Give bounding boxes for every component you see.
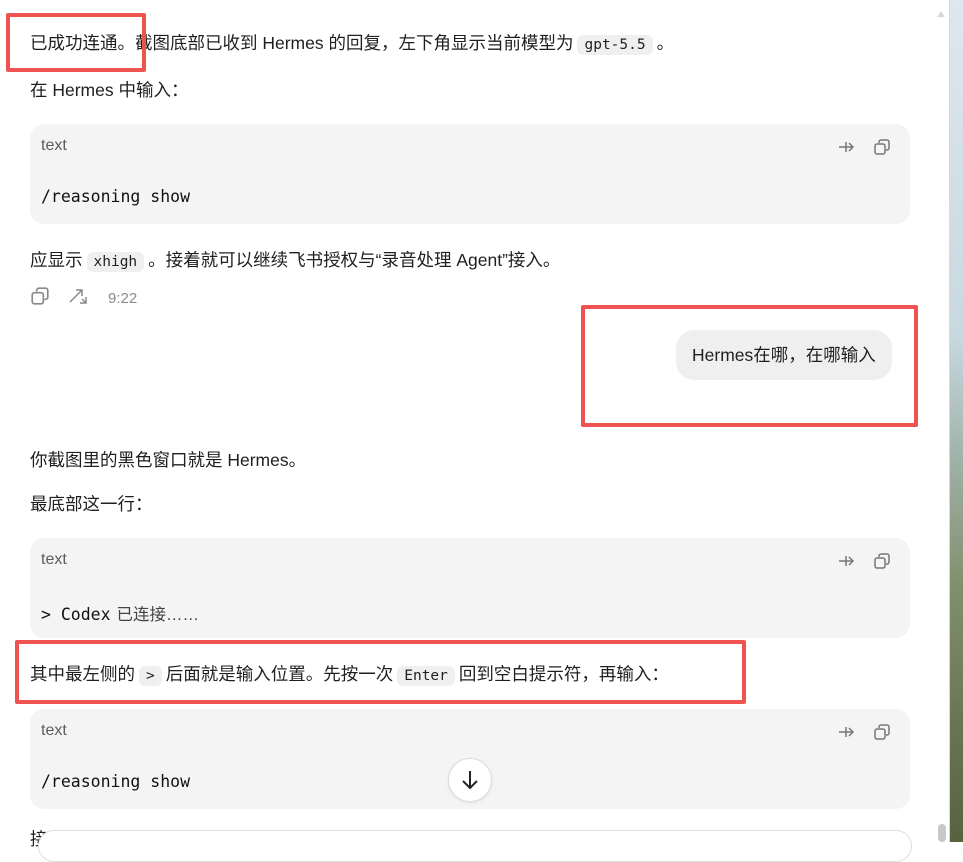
- scroll-to-bottom-button[interactable]: [448, 758, 492, 802]
- inline-code: gpt-5.5: [577, 35, 653, 55]
- paragraph-text: 。接着就可以继续飞书授权与“录音处理 Agent”接入。: [148, 250, 561, 270]
- inline-code: xhigh: [86, 252, 145, 272]
- copy-icon[interactable]: [871, 721, 893, 743]
- assistant-paragraph: 你截图里的黑色窗口就是 Hermes。: [30, 450, 307, 470]
- code-text: /reasoning show: [41, 187, 191, 206]
- copy-icon[interactable]: [30, 286, 50, 310]
- highlight-box: [6, 13, 146, 72]
- highlight-box: [581, 305, 918, 427]
- code-block: text /reasoning show: [30, 124, 910, 224]
- assistant-paragraph: 最底部这一行：: [30, 494, 153, 514]
- message-composer[interactable]: [38, 830, 912, 862]
- message-actions: 9:22: [30, 286, 137, 310]
- wrap-icon[interactable]: [836, 550, 858, 572]
- highlight-box: [15, 640, 746, 704]
- share-icon[interactable]: [68, 286, 90, 310]
- wrap-icon[interactable]: [836, 721, 858, 743]
- message-timestamp: 9:22: [108, 289, 138, 307]
- copy-icon[interactable]: [871, 136, 893, 158]
- code-language-label: text: [41, 137, 67, 154]
- paragraph-text: 。: [656, 33, 675, 53]
- code-text: /reasoning show: [41, 772, 191, 791]
- scrollbar[interactable]: [933, 0, 949, 842]
- arrow-down-icon: [462, 771, 478, 790]
- code-text: > Codex 已连接……: [41, 601, 199, 625]
- background-photo-strip: [949, 0, 963, 842]
- assistant-paragraph: 应显示 xhigh 。接着就可以继续飞书授权与“录音处理 Agent”接入。: [30, 247, 560, 275]
- scroll-up-arrow-icon[interactable]: [936, 10, 946, 18]
- code-language-label: text: [41, 551, 67, 568]
- wrap-icon[interactable]: [836, 136, 858, 158]
- paragraph-text: 应显示: [30, 250, 83, 270]
- scrollbar-thumb[interactable]: [938, 824, 946, 842]
- assistant-paragraph: 在 Hermes 中输入：: [30, 80, 189, 100]
- code-block: text > Codex 已连接……: [30, 538, 910, 638]
- copy-icon[interactable]: [871, 550, 893, 572]
- code-text-command: > Codex: [41, 605, 111, 624]
- code-language-label: text: [41, 722, 67, 739]
- code-text-note: 已连接……: [116, 606, 200, 624]
